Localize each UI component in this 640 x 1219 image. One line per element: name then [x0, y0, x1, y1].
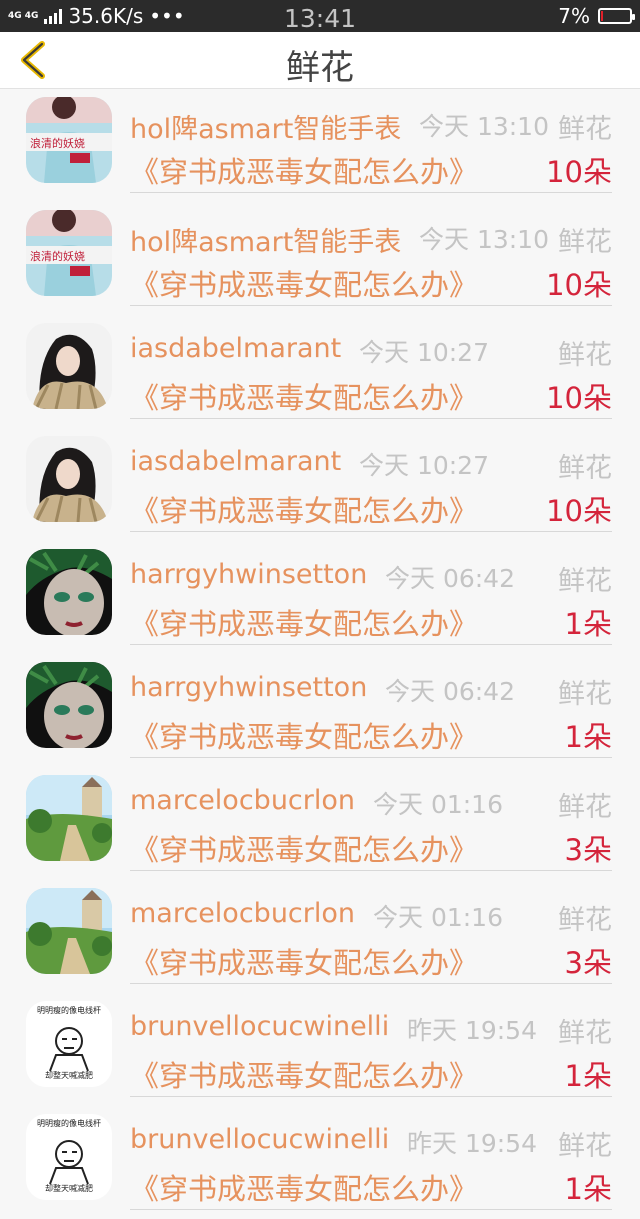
- flower-count: 10朵: [546, 268, 612, 302]
- user-avatar[interactable]: [26, 888, 112, 974]
- user-avatar[interactable]: [26, 549, 112, 635]
- flower-count: 1朵: [564, 720, 612, 754]
- row-divider: [130, 757, 612, 758]
- record-time: 昨天 19:54: [407, 1129, 537, 1158]
- svg-text:浪清的妖娆: 浪清的妖娆: [30, 136, 85, 150]
- user-name: brunvellocucwinelli: [130, 1011, 390, 1042]
- record-row[interactable]: marcelocbucrlon 鲜花 今天 01:16 《穿书成恶毒女配怎么办》 3朵: [0, 767, 640, 880]
- user-avatar[interactable]: 浪清的妖娆: [26, 97, 112, 183]
- user-avatar[interactable]: 明明瘦的像电线杆 却整天喊减肥: [26, 1001, 112, 1087]
- gift-type: 鲜花: [558, 566, 612, 597]
- user-name: iasdabelmarant: [130, 446, 342, 477]
- flower-count: 1朵: [564, 607, 612, 641]
- page-title: 鲜花: [286, 48, 354, 88]
- user-name: iasdabelmarant: [130, 333, 342, 364]
- row-divider: [130, 1209, 612, 1210]
- book-title: 《穿书成恶毒女配怎么办》: [130, 607, 479, 641]
- gift-type: 鲜花: [558, 679, 612, 710]
- record-time: 今天 06:42: [385, 564, 515, 593]
- gift-type: 鲜花: [558, 227, 612, 258]
- flower-count: 10朵: [546, 494, 612, 528]
- record-time: 今天 01:16: [373, 903, 503, 932]
- user-name: marcelocbucrlon: [130, 898, 356, 929]
- book-title: 《穿书成恶毒女配怎么办》: [130, 268, 479, 302]
- gift-type: 鲜花: [558, 1018, 612, 1049]
- nav-header: 鲜花: [0, 32, 640, 89]
- svg-text:浪清的妖娆: 浪清的妖娆: [30, 249, 85, 263]
- user-avatar[interactable]: [26, 662, 112, 748]
- user-name: hol陴asmart智能手表: [130, 227, 402, 258]
- avatar-caption-bottom: 却整天喊减肥: [45, 1071, 93, 1080]
- record-time: 今天 13:10: [419, 225, 549, 254]
- record-row[interactable]: 明明瘦的像电线杆 却整天喊减肥 brunvellocucwinelli 鲜花 昨天 19…: [0, 1106, 640, 1219]
- book-title: 《穿书成恶毒女配怎么办》: [130, 720, 479, 754]
- user-avatar[interactable]: [26, 323, 112, 409]
- user-avatar[interactable]: [26, 775, 112, 861]
- book-title: 《穿书成恶毒女配怎么办》: [130, 381, 479, 415]
- record-row[interactable]: harrgyhwinsetton 鲜花 今天 06:42 《穿书成恶毒女配怎么办》 1朵: [0, 654, 640, 767]
- book-title: 《穿书成恶毒女配怎么办》: [130, 1059, 479, 1093]
- clock: 13:41: [283, 4, 357, 33]
- row-divider: [130, 531, 612, 532]
- record-row[interactable]: harrgyhwinsetton 鲜花 今天 06:42 《穿书成恶毒女配怎么办》 1朵: [0, 541, 640, 654]
- row-divider: [130, 983, 612, 984]
- gift-type: 鲜花: [558, 340, 612, 371]
- gift-type: 鲜花: [558, 1131, 612, 1162]
- user-name: marcelocbucrlon: [130, 785, 356, 816]
- row-divider: [130, 192, 612, 193]
- user-avatar[interactable]: 浪清的妖娆: [26, 210, 112, 296]
- gift-type: 鲜花: [558, 905, 612, 936]
- row-divider: [130, 870, 612, 871]
- record-time: 今天 10:27: [359, 338, 489, 367]
- user-name: brunvellocucwinelli: [130, 1124, 390, 1155]
- flower-count: 10朵: [546, 381, 612, 415]
- gift-type: 鲜花: [558, 453, 612, 484]
- status-bar: 4G 4G 35.6K/s ••• 13:41 7%: [0, 0, 640, 33]
- record-time: 今天 06:42: [385, 677, 515, 706]
- flower-count: 1朵: [564, 1059, 612, 1093]
- book-title: 《穿书成恶毒女配怎么办》: [130, 833, 479, 867]
- flower-count: 1朵: [564, 1172, 612, 1206]
- battery-icon: [598, 8, 635, 24]
- record-row[interactable]: iasdabelmarant 鲜花 今天 10:27 《穿书成恶毒女配怎么办》 10朵: [0, 428, 640, 541]
- flower-record-list: 浪清的妖娆 hol陴asmart智能手表 鲜花 今天 13:10 《穿书成恶毒女配怎么办…: [0, 89, 640, 1219]
- flower-count: 3朵: [564, 946, 612, 980]
- row-divider: [130, 418, 612, 419]
- book-title: 《穿书成恶毒女配怎么办》: [130, 494, 479, 528]
- user-avatar[interactable]: 明明瘦的像电线杆 却整天喊减肥: [26, 1114, 112, 1200]
- book-title: 《穿书成恶毒女配怎么办》: [130, 946, 479, 980]
- user-name: harrgyhwinsetton: [130, 559, 368, 590]
- record-row[interactable]: 明明瘦的像电线杆 却整天喊减肥 brunvellocucwinelli 鲜花 昨天 19…: [0, 993, 640, 1106]
- flower-count: 10朵: [546, 155, 612, 189]
- user-name: hol陴asmart智能手表: [130, 114, 402, 145]
- row-divider: [130, 1096, 612, 1097]
- record-row[interactable]: 浪清的妖娆 hol陴asmart智能手表 鲜花 今天 13:10 《穿书成恶毒女配怎么办…: [0, 89, 640, 202]
- avatar-caption-bottom: 却整天喊减肥: [45, 1184, 93, 1193]
- user-name: harrgyhwinsetton: [130, 672, 368, 703]
- record-row[interactable]: iasdabelmarant 鲜花 今天 10:27 《穿书成恶毒女配怎么办》 10朵: [0, 315, 640, 428]
- book-title: 《穿书成恶毒女配怎么办》: [130, 155, 479, 189]
- gift-type: 鲜花: [558, 114, 612, 145]
- record-row[interactable]: marcelocbucrlon 鲜花 今天 01:16 《穿书成恶毒女配怎么办》 3朵: [0, 880, 640, 993]
- book-title: 《穿书成恶毒女配怎么办》: [130, 1172, 479, 1206]
- record-time: 今天 01:16: [373, 790, 503, 819]
- row-divider: [130, 305, 612, 306]
- record-row[interactable]: 浪清的妖娆 hol陴asmart智能手表 鲜花 今天 13:10 《穿书成恶毒女配怎么办…: [0, 202, 640, 315]
- record-time: 昨天 19:54: [407, 1016, 537, 1045]
- record-time: 今天 10:27: [359, 451, 489, 480]
- user-avatar[interactable]: [26, 436, 112, 522]
- record-time: 今天 13:10: [419, 112, 549, 141]
- row-divider: [130, 644, 612, 645]
- battery-percent: 7%: [558, 4, 590, 28]
- flower-count: 3朵: [564, 833, 612, 867]
- gift-type: 鲜花: [558, 792, 612, 823]
